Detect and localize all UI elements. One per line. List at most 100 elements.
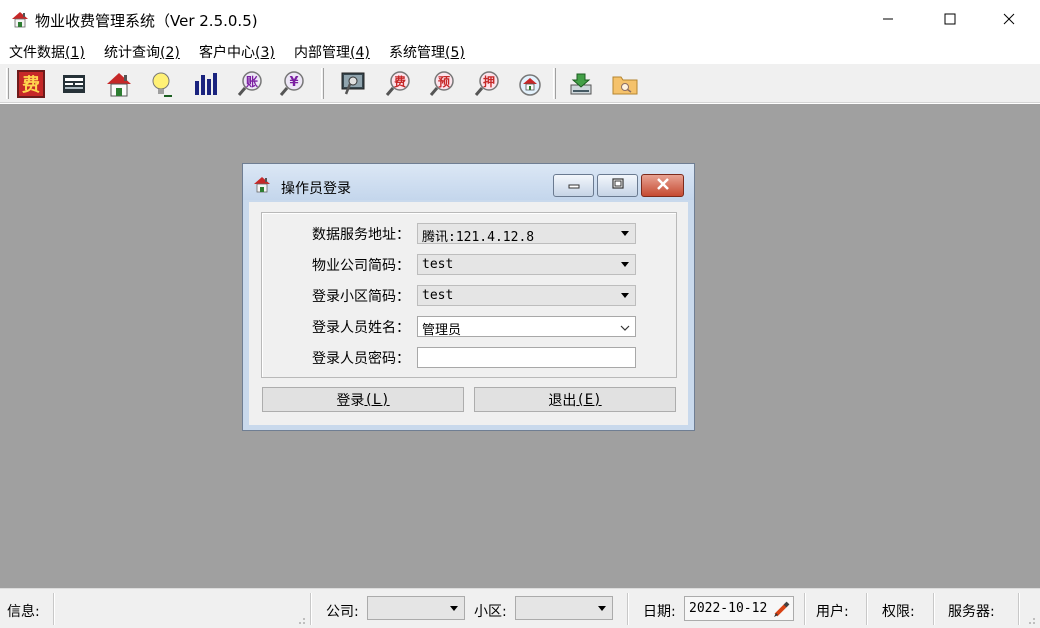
menu-customer-center[interactable]: 客户中心(3) (199, 42, 275, 62)
card-button[interactable] (58, 68, 90, 100)
prepay-glyph: 预 (438, 75, 450, 89)
status-separator (627, 593, 629, 625)
fee-search-button[interactable]: 费 (382, 68, 414, 100)
login-button[interactable]: 登录 (L) (262, 387, 464, 412)
menu-statistics-query[interactable]: 统计查询(2) (104, 42, 180, 62)
company-code-label: 物业公司简码： (312, 258, 410, 274)
dropdown-arrow-icon (621, 293, 629, 298)
toolbar-separator (553, 68, 556, 99)
menu-label: 内部管理 (294, 45, 350, 61)
monitor-button[interactable] (337, 68, 369, 100)
status-separator (1018, 593, 1020, 625)
menu-accelerator: (5) (445, 45, 465, 61)
menu-label: 统计查询 (104, 45, 160, 61)
monitor-icon (339, 70, 367, 98)
district-select[interactable] (515, 596, 613, 620)
password-label: 登录人员密码： (312, 351, 410, 367)
dialog-body: 数据服务地址： 腾讯:121.4.12.8 物业公司简码： test 登录小区简… (249, 202, 688, 425)
company-code-select[interactable]: test (417, 254, 636, 275)
user-name-label: 登录人员姓名： (312, 320, 410, 336)
dropdown-arrow-icon (598, 606, 606, 611)
menu-accelerator: (4) (350, 45, 370, 61)
exit-accelerator: (E) (576, 391, 602, 408)
deposit-search-button[interactable]: 押 (471, 68, 503, 100)
dialog-title: 操作员登录 (281, 181, 351, 197)
house-button[interactable] (103, 68, 135, 100)
bulb-icon (148, 70, 174, 98)
status-separator (310, 593, 312, 625)
fee-icon: 费 (16, 69, 46, 99)
dropdown-arrow-icon (621, 231, 629, 236)
deposit-glyph: 押 (483, 74, 495, 89)
fee-search-icon: 费 (384, 70, 412, 98)
bar-chart-icon (192, 71, 220, 97)
statistics-button[interactable] (190, 68, 222, 100)
district-label: 小区: (474, 604, 507, 620)
prepay-search-icon: 预 (428, 70, 456, 98)
dropdown-arrow-icon (450, 606, 458, 611)
dialog-restore-button[interactable] (597, 174, 638, 197)
close-window-button[interactable] (986, 0, 1032, 38)
account-search-button[interactable]: 账 (234, 68, 266, 100)
user-name-value: 管理员 (422, 323, 462, 338)
resize-grip-icon[interactable] (1028, 613, 1036, 624)
dialog-close-button[interactable] (641, 174, 684, 197)
minimize-button[interactable] (865, 0, 911, 38)
company-label: 公司: (326, 604, 359, 620)
menu-system-management[interactable]: 系统管理(5) (389, 42, 465, 62)
menu-bar: 文件数据(1) 统计查询(2) 客户中心(3) 内部管理(4) 系统管理(5) (0, 38, 1040, 64)
dropdown-arrow-icon (621, 262, 629, 267)
login-dialog: 操作员登录 数据服务地址： 腾讯:121.4.12.8 物业公司简码： test… (242, 163, 695, 431)
password-field[interactable] (417, 347, 636, 368)
yuan-search-button[interactable]: ¥ (276, 68, 308, 100)
user-name-select[interactable]: 管理员 (417, 316, 636, 338)
toolbar: 费 账 ¥ 费 预 押 (0, 64, 1040, 103)
menu-file-data[interactable]: 文件数据(1) (9, 42, 85, 62)
dialog-minimize-button[interactable] (553, 174, 594, 197)
restore-icon (611, 177, 625, 194)
district-code-select[interactable]: test (417, 285, 636, 306)
login-accelerator: (L) (364, 391, 390, 408)
login-fields-group: 数据服务地址： 腾讯:121.4.12.8 物业公司简码： test 登录小区简… (261, 212, 677, 378)
status-bar: 信息: 公司: 小区: 日期: 2022-10-12 用户: 权限: 服务器: (0, 588, 1040, 628)
toolbar-grip[interactable] (6, 68, 9, 99)
house-search-icon (516, 70, 544, 98)
card-icon (61, 71, 87, 97)
folder-button[interactable] (609, 68, 641, 100)
dialog-house-icon (253, 175, 271, 193)
bulb-button[interactable] (145, 68, 177, 100)
close-icon (656, 177, 670, 194)
pen-icon[interactable] (773, 600, 791, 622)
house-icon (105, 70, 133, 98)
menu-accelerator: (3) (255, 45, 275, 61)
date-picker[interactable]: 2022-10-12 (684, 596, 794, 621)
download-icon (568, 71, 594, 97)
menu-internal-management[interactable]: 内部管理(4) (294, 42, 370, 62)
status-separator (804, 593, 806, 625)
server-address-select[interactable]: 腾讯:121.4.12.8 (417, 223, 636, 245)
maximize-button[interactable] (927, 0, 973, 38)
server-address-value: 腾讯:121.4.12.8 (422, 230, 535, 245)
dialog-title-bar[interactable]: 操作员登录 (243, 164, 694, 200)
prepay-search-button[interactable]: 预 (426, 68, 458, 100)
exit-button[interactable]: 退出 (E) (474, 387, 676, 412)
menu-accelerator: (2) (160, 45, 180, 61)
resize-grip-icon (298, 613, 306, 624)
window-title: 物业收费管理系统（Ver 2.5.0.5) (35, 12, 258, 30)
account-glyph: 账 (246, 75, 258, 89)
yuan-search-icon: ¥ (278, 70, 306, 98)
fee-button[interactable]: 费 (15, 68, 47, 100)
toolbar-separator (321, 68, 324, 99)
menu-label: 文件数据 (9, 45, 65, 61)
minimize-icon (882, 13, 894, 25)
server-label: 服务器: (948, 604, 995, 620)
menu-label: 系统管理 (389, 45, 445, 61)
house-search-button[interactable] (514, 68, 546, 100)
exit-button-label: 退出 (548, 392, 577, 409)
district-code-value: test (422, 288, 454, 303)
account-search-icon: 账 (236, 70, 264, 98)
status-separator (866, 593, 868, 625)
download-button[interactable] (565, 68, 597, 100)
folder-icon (611, 71, 639, 97)
company-select[interactable] (367, 596, 465, 620)
